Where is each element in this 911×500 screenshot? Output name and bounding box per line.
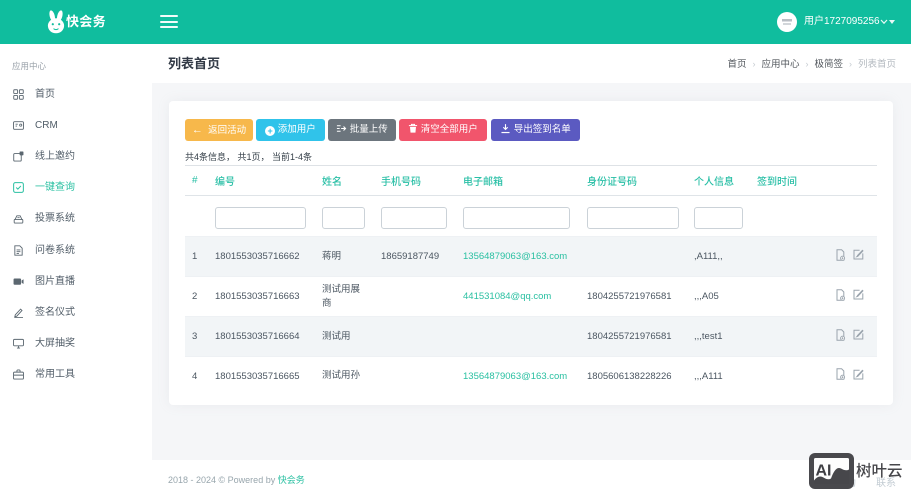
svg-text:树叶云: 树叶云 — [856, 459, 903, 481]
svg-text:AI: AI — [816, 463, 832, 480]
